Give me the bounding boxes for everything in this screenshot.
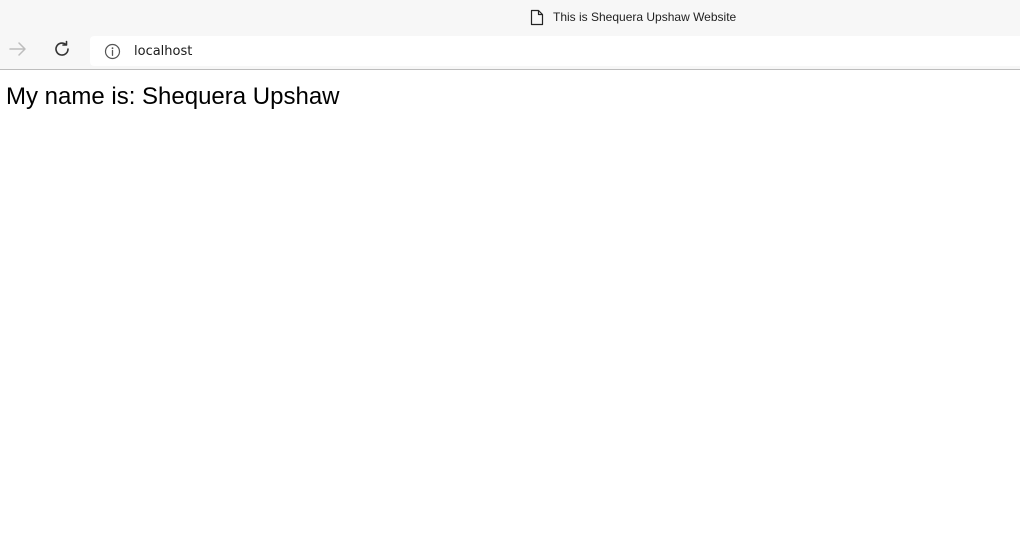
forward-button[interactable]: [4, 38, 32, 64]
page-content: My name is: Shequera Upshaw: [0, 71, 1020, 557]
reload-button[interactable]: [48, 38, 76, 64]
document-icon: [530, 9, 544, 26]
tab-title-text: This is Shequera Upshaw Website: [553, 10, 737, 24]
tab-title[interactable]: This is Shequera Upshaw Website: [530, 7, 736, 27]
address-bar[interactable]: localhost: [90, 36, 1020, 66]
forward-arrow-icon: [8, 41, 28, 62]
page-text: My name is: Shequera Upshaw: [6, 83, 340, 110]
browser-chrome: This is Shequera Upshaw Website localhos…: [0, 0, 1020, 70]
info-icon[interactable]: [103, 42, 121, 60]
url-text[interactable]: localhost: [134, 44, 192, 59]
title-bar: This is Shequera Upshaw Website: [0, 0, 1020, 34]
reload-icon: [53, 40, 71, 63]
browser-toolbar: localhost: [0, 34, 1020, 68]
